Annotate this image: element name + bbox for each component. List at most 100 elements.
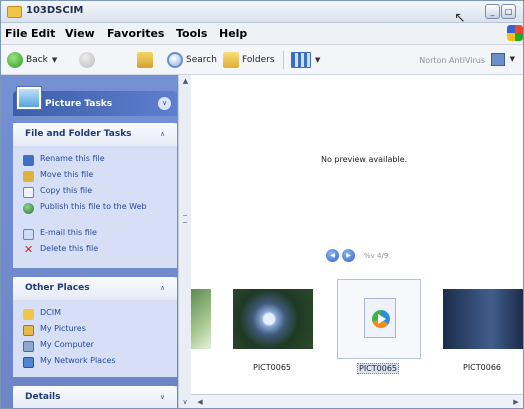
thumbnail-caption: PICT0066 [463,363,502,372]
thumbnail-pict0065[interactable] [233,289,313,349]
file-folder-tasks-title: File and Folder Tasks [25,129,132,139]
task-email-file[interactable]: E-mail this file [23,228,150,240]
folders-icon [223,52,239,68]
preview-nav: ◀ ▶ %v 4/9 [326,249,388,262]
preview-area: No preview available. ◀ ▶ %v 4/9 [191,75,523,271]
thumbnail-pict0065-selected[interactable] [337,279,421,359]
file-folder-tasks-header[interactable]: File and Folder Tasks ∧ [13,123,177,146]
place-label: My Network Places [40,356,116,365]
network-places-icon [23,357,34,368]
details-header[interactable]: Details ∨ [13,386,177,408]
chevron-up-icon[interactable]: ∧ [156,282,169,295]
menu-favorites[interactable]: Favorites [107,27,164,40]
chevron-down-icon[interactable]: ∨ [158,97,171,110]
scroll-grip[interactable] [183,215,187,223]
place-dcim[interactable]: DCIM [23,308,150,320]
task-label: Move this file [40,170,94,179]
minimize-button[interactable]: _ [485,4,500,19]
task-publish-web[interactable]: Publish this file to the Web [23,202,150,214]
task-label: Delete this file [40,244,99,253]
menu-file[interactable]: File [5,27,28,40]
menu-bar: File Edit View Favorites Tools Help [1,23,523,45]
maximize-button[interactable]: □ [501,4,516,19]
task-label: Copy this file [40,186,93,195]
menu-view[interactable]: View [65,27,95,40]
task-move-file[interactable]: Move this file [23,170,150,182]
place-network[interactable]: My Network Places [23,356,150,368]
chevron-down-icon[interactable]: ▼ [315,56,320,64]
no-preview-text: No preview available. [321,155,408,164]
up-folder-icon [137,52,153,68]
preview-nav-label: %v 4/9 [364,251,389,260]
next-image-button[interactable]: ▶ [342,249,355,262]
back-button[interactable]: Back ▼ [7,51,57,69]
norton-antivirus-label[interactable]: Norton AntiVirus [419,56,485,65]
thumbnail-partial[interactable] [191,289,211,349]
windows-logo-icon [507,25,523,41]
place-my-pictures[interactable]: My Pictures [23,324,150,336]
menu-help[interactable]: Help [219,27,247,40]
forward-arrow-icon [79,52,95,68]
folder-icon [7,6,22,18]
delete-icon: ✕ [23,243,34,256]
chevron-down-icon[interactable]: ▼ [510,55,515,63]
email-icon [23,229,34,240]
publish-web-icon [23,203,34,214]
my-pictures-icon [23,325,34,336]
back-arrow-icon [7,52,23,68]
menu-tools[interactable]: Tools [176,27,207,40]
title-bar[interactable]: 103DSCIM ↖ _ □ [1,1,523,26]
chevron-down-icon[interactable]: ▼ [52,56,57,64]
chevron-down-icon[interactable]: ∨ [156,391,169,404]
back-label: Back [26,55,48,65]
picture-tasks-title: Picture Tasks [45,98,113,109]
forward-button[interactable] [79,51,95,69]
place-label: My Pictures [40,324,86,333]
other-places-panel: Other Places ∧ DCIM My Pictures My Compu… [13,277,177,377]
task-pane-scrollbar[interactable]: ▲ [178,75,191,408]
search-icon [167,52,183,68]
search-button[interactable]: Search [167,51,217,69]
toolbar-separator [283,51,284,69]
place-label: My Computer [40,340,94,349]
details-title: Details [25,392,61,402]
explorer-window: 103DSCIM ↖ _ □ File Edit View Favorites … [0,0,524,409]
task-pane: Picture Tasks ∨ File and Folder Tasks ∧ … [1,75,191,408]
up-folder-button[interactable] [137,51,153,69]
filmstrip-scrollbar[interactable]: ∨ ◀ ▶ [182,394,523,408]
norton-antivirus-icon[interactable] [491,53,505,66]
scroll-down-icon[interactable]: ∨ [179,397,191,408]
media-player-icon [372,310,390,328]
task-delete-file[interactable]: ✕ Delete this file [23,244,150,256]
folders-button[interactable]: Folders [223,51,275,69]
move-icon [23,171,34,182]
media-file-icon [364,298,396,338]
other-places-header[interactable]: Other Places ∧ [13,277,177,300]
folders-label: Folders [242,55,275,65]
chevron-up-icon[interactable]: ∧ [156,128,169,141]
picture-tasks-icon [17,87,41,109]
scroll-up-icon[interactable]: ▲ [180,77,191,88]
task-label: E-mail this file [40,228,97,237]
thumbnail-caption: PICT0065 [253,363,292,372]
thumbnail-pict0066[interactable] [443,289,523,349]
scroll-left-icon[interactable]: ◀ [194,397,206,408]
file-folder-tasks-panel: File and Folder Tasks ∧ Rename this file… [13,123,177,268]
picture-tasks-header[interactable]: Picture Tasks ∨ [13,87,177,116]
task-label: Publish this file to the Web [40,202,147,211]
filmstrip: PICT0065 PICT0065 PICT0066 [191,271,523,394]
search-label: Search [186,55,217,65]
other-places-title: Other Places [25,283,90,293]
folder-icon [23,309,34,320]
place-label: DCIM [40,308,62,317]
previous-image-button[interactable]: ◀ [326,249,339,262]
task-copy-file[interactable]: Copy this file [23,186,150,198]
window-title: 103DSCIM [26,5,84,16]
scroll-right-icon[interactable]: ▶ [510,397,522,408]
place-my-computer[interactable]: My Computer [23,340,150,352]
task-rename-file[interactable]: Rename this file [23,154,150,166]
views-icon [291,52,311,68]
details-panel: Details ∨ [13,386,177,408]
menu-edit[interactable]: Edit [31,27,55,40]
views-button[interactable]: ▼ [291,51,320,69]
